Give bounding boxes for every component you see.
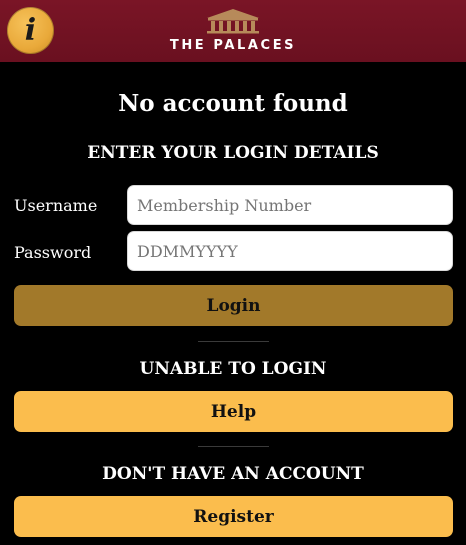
brand-name: THE PALACES [169, 38, 297, 53]
username-input[interactable] [127, 185, 453, 225]
status-message: No account found [118, 90, 348, 117]
login-heading: ENTER YOUR LOGIN DETAILS [87, 143, 379, 163]
help-button[interactable]: Help [14, 391, 453, 432]
username-label: Username [14, 196, 98, 215]
no-account-heading: DON'T HAVE AN ACCOUNT [102, 464, 364, 484]
palace-building-icon [207, 9, 259, 34]
password-label: Password [14, 243, 92, 262]
brand-logo: THE PALACES [0, 8, 466, 53]
app-header: i THE PALACES [0, 0, 466, 62]
divider [198, 446, 269, 447]
login-button[interactable]: Login [14, 285, 453, 326]
unable-to-login-heading: UNABLE TO LOGIN [139, 359, 327, 379]
password-input[interactable] [127, 231, 453, 271]
register-button[interactable]: Register [14, 496, 453, 537]
divider [198, 341, 269, 342]
